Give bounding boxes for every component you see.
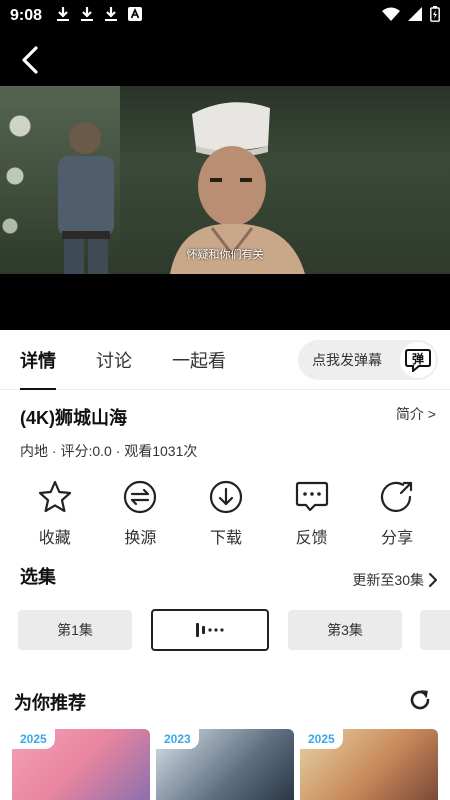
wifi-icon <box>382 7 400 26</box>
tab-discussion[interactable]: 讨论 <box>96 330 132 390</box>
feedback-label: 反馈 <box>295 530 328 547</box>
app-a-icon <box>128 6 143 26</box>
action-bar: 收藏 换源 下载 反馈 分享 <box>0 478 450 548</box>
download-icon <box>206 478 246 516</box>
card-year-badge: 2023 <box>156 729 199 749</box>
chevron-right-icon <box>429 573 437 587</box>
detail-tabs: 详情 讨论 一起看 点我发弹幕 弹 <box>0 330 450 390</box>
refresh-icon <box>410 690 430 710</box>
switch-source-label: 换源 <box>124 530 157 547</box>
battery-icon <box>430 5 440 27</box>
share-icon <box>377 478 417 516</box>
episodes-more-link[interactable]: 更新至30集 <box>352 570 438 590</box>
share-button[interactable]: 分享 <box>354 478 440 548</box>
feedback-button[interactable]: 反馈 <box>269 478 355 548</box>
download-label: 下载 <box>209 530 242 547</box>
episode-4-button[interactable] <box>420 610 450 650</box>
send-danmaku-button[interactable]: 点我发弹幕 弹 <box>298 340 438 380</box>
episode-2-button-playing[interactable] <box>151 609 269 651</box>
star-icon <box>35 478 75 516</box>
recommend-list: 2025 2023 2025 <box>12 729 450 800</box>
share-label: 分享 <box>381 530 414 547</box>
tab-watch-together[interactable]: 一起看 <box>172 330 226 390</box>
back-arrow-icon <box>22 46 38 74</box>
video-subtitle: 怀疑和你们有关 <box>186 249 264 261</box>
download-icon <box>56 6 70 27</box>
danmaku-icon: 弹 <box>400 342 436 378</box>
now-playing-icon <box>196 623 224 637</box>
video-frame: 怀疑和你们有关 <box>0 86 450 274</box>
episodes-heading: 选集 <box>20 567 56 587</box>
show-title: (4K)狮城山海 <box>20 408 127 428</box>
feedback-icon <box>292 478 332 516</box>
status-time: 9:08 <box>10 7 43 24</box>
danmaku-icon-text: 弹 <box>412 351 424 366</box>
recommend-card-1[interactable]: 2025 <box>12 729 150 800</box>
card-year-badge: 2025 <box>12 729 55 749</box>
switch-source-icon <box>120 478 160 516</box>
video-player[interactable]: 怀疑和你们有关 <box>0 32 450 330</box>
intro-link[interactable]: 简介 > <box>396 404 436 424</box>
recommend-heading: 为你推荐 <box>14 693 86 713</box>
favorite-label: 收藏 <box>38 530 71 547</box>
notification-icons <box>56 6 143 27</box>
episodes-update-label: 更新至30集 <box>352 572 424 588</box>
download-icon <box>104 6 118 27</box>
recommend-card-3[interactable]: 2025 <box>300 729 438 800</box>
back-button[interactable] <box>14 44 46 76</box>
download-icon <box>80 6 94 27</box>
danmaku-label: 点我发弹幕 <box>312 352 382 368</box>
download-button[interactable]: 下载 <box>183 478 269 548</box>
favorite-button[interactable]: 收藏 <box>12 478 98 548</box>
refresh-button[interactable] <box>408 688 432 712</box>
tab-details[interactable]: 详情 <box>20 330 56 390</box>
card-year-badge: 2025 <box>300 729 343 749</box>
signal-icon <box>408 6 422 26</box>
status-bar: 9:08 <box>0 0 450 32</box>
recommend-card-2[interactable]: 2023 <box>156 729 294 800</box>
episode-1-button[interactable]: 第1集 <box>18 610 132 650</box>
show-meta: 内地 · 评分:0.0 · 观看1031次 <box>20 443 198 459</box>
episode-list: 第1集 第3集 <box>18 609 450 651</box>
switch-source-button[interactable]: 换源 <box>98 478 184 548</box>
episode-3-button[interactable]: 第3集 <box>288 610 402 650</box>
